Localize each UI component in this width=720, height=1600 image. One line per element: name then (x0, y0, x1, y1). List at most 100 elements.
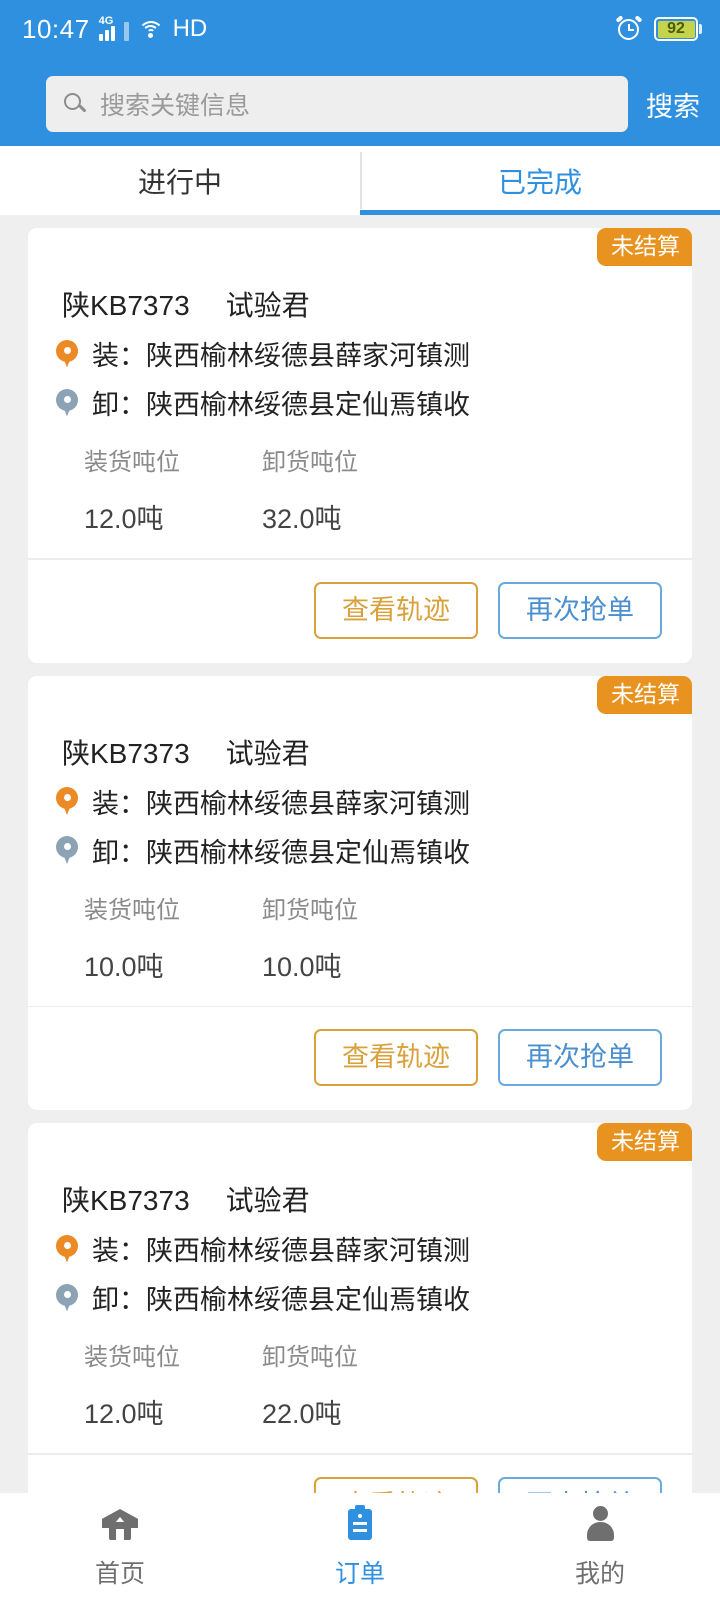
unload-tonnage-label: 卸货吨位 (262, 896, 358, 924)
order-card-body: 陕KB7373 试验君 装： 陕西榆林绥德县薛家河镇测 卸： 陕西榆林绥德县定仙… (28, 1123, 692, 1493)
battery-level: 92 (667, 20, 685, 37)
location-pin-icon (54, 338, 80, 370)
unload-tonnage-col: 卸货吨位 10.0吨 (206, 890, 384, 984)
tab-completed[interactable]: 已完成 (360, 146, 720, 215)
view-track-button[interactable]: 查看轨迹 (314, 1476, 478, 1493)
load-tonnage-col: 装货吨位 12.0吨 (28, 1337, 206, 1431)
grab-order-again-button[interactable]: 再次抢单 (498, 1476, 662, 1493)
tonnage-section: 装货吨位 10.0吨 卸货吨位 10.0吨 (28, 870, 692, 984)
nav-item-profile[interactable]: 我的 (480, 1503, 720, 1590)
unload-tonnage-col: 卸货吨位 22.0吨 (206, 1337, 384, 1431)
unload-address: 陕西榆林绥德县定仙焉镇收 (146, 390, 470, 420)
order-card[interactable]: 未结算 陕KB7373 试验君 装： 陕西榆林绥德县薛家河镇测 卸： 陕西榆林绥… (28, 1123, 692, 1493)
load-address-prefix: 装： (92, 788, 146, 819)
home-icon (100, 1503, 140, 1543)
unload-address-prefix: 卸： (92, 1285, 146, 1315)
unload-address-prefix: 卸： (92, 390, 146, 420)
status-badge: 未结算 (597, 675, 692, 714)
unload-address: 陕西榆林绥德县定仙焉镇收 (146, 837, 470, 868)
load-tonnage-label: 装货吨位 (84, 1344, 180, 1371)
load-address-prefix: 装： (92, 1236, 146, 1266)
view-track-button[interactable]: 查看轨迹 (314, 1029, 478, 1086)
search-button[interactable]: 搜索 (646, 85, 700, 124)
order-card-body: 陕KB7373 试验君 装： 陕西榆林绥德县薛家河镇测 卸： 陕西榆林绥德县定仙… (28, 228, 692, 663)
load-address-row: 装： 陕西榆林绥德县薛家河镇测 (28, 324, 692, 373)
order-actions: 查看轨迹 再次抢单 (28, 560, 692, 663)
order-card[interactable]: 未结算 陕KB7373 试验君 装： 陕西榆林绥德县薛家河镇测 卸： 陕西榆林绥… (28, 675, 692, 1111)
status-bar-left: 10:47 4G HD (22, 14, 207, 45)
unload-address-row: 卸： 陕西榆林绥德县定仙焉镇收 (28, 373, 692, 422)
search-row: 搜索关键信息 搜索 (0, 74, 720, 134)
load-address: 陕西榆林绥德县薛家河镇测 (146, 1236, 470, 1266)
status-badge: 未结算 (597, 228, 692, 266)
search-icon (64, 93, 87, 115)
nav-item-orders[interactable]: 订单 (240, 1503, 480, 1590)
load-address: 陕西榆林绥德县薛家河镇测 (146, 788, 470, 819)
search-placeholder: 搜索关键信息 (100, 92, 251, 120)
view-track-button[interactable]: 查看轨迹 (314, 581, 478, 639)
location-pin-icon (54, 834, 80, 866)
nav-item-profile-label: 我的 (574, 1560, 625, 1588)
status-time: 10:47 (22, 13, 90, 44)
unload-tonnage-label: 卸货吨位 (262, 449, 358, 476)
load-tonnage-col: 装货吨位 10.0吨 (28, 890, 206, 984)
vehicle-plate: 陕KB7373 (62, 737, 190, 769)
battery-icon: 92 (654, 17, 702, 41)
tonnage-section: 装货吨位 12.0吨 卸货吨位 22.0吨 (28, 1317, 692, 1431)
location-pin-icon (54, 785, 80, 817)
tab-in-progress-label: 进行中 (137, 166, 222, 198)
cellular-signal-icon: 4G (98, 15, 129, 41)
nav-item-home[interactable]: 首页 (0, 1503, 240, 1590)
unload-tonnage-value: 22.0吨 (262, 1399, 342, 1429)
driver-name: 试验君 (225, 737, 310, 769)
unload-address: 陕西榆林绥德县定仙焉镇收 (146, 1285, 470, 1315)
bottom-navigation: 首页 订单 我的 (0, 1493, 720, 1600)
tab-in-progress[interactable]: 进行中 (0, 146, 360, 215)
app-screen: 10:47 4G HD 92 搜索关键信息 搜索 进行中 已完成 未结算 陕KB… (0, 0, 720, 1600)
location-pin-icon (54, 387, 80, 419)
order-header: 陕KB7373 试验君 (28, 1179, 692, 1219)
alarm-clock-icon (615, 15, 643, 42)
network-type-label: 4G (98, 15, 114, 27)
unload-address-row: 卸： 陕西榆林绥德县定仙焉镇收 (28, 821, 692, 870)
driver-name: 试验君 (225, 1185, 310, 1216)
unload-tonnage-value: 10.0吨 (262, 951, 342, 982)
status-badge: 未结算 (597, 1123, 692, 1161)
order-actions: 查看轨迹 再次抢单 (28, 1007, 692, 1110)
unload-tonnage-label: 卸货吨位 (262, 1344, 358, 1371)
grab-order-again-button[interactable]: 再次抢单 (498, 1029, 662, 1086)
status-bar-right: 92 (615, 15, 702, 42)
order-header: 陕KB7373 试验君 (28, 284, 692, 324)
vehicle-plate: 陕KB7373 (62, 1185, 190, 1216)
person-icon (580, 1503, 620, 1543)
load-address-row: 装： 陕西榆林绥德县薛家河镇测 (28, 1219, 692, 1268)
unload-tonnage-value: 32.0吨 (262, 504, 342, 534)
grab-order-again-button[interactable]: 再次抢单 (498, 581, 662, 639)
wifi-icon (137, 19, 164, 39)
load-address-prefix: 装： (92, 341, 146, 371)
order-actions: 查看轨迹 再次抢单 (28, 1455, 692, 1493)
location-pin-icon (54, 1282, 80, 1314)
order-card-body: 陕KB7373 试验君 装： 陕西榆林绥德县薛家河镇测 卸： 陕西榆林绥德县定仙… (28, 676, 692, 1111)
load-address-row: 装： 陕西榆林绥德县薛家河镇测 (28, 772, 692, 821)
order-card[interactable]: 未结算 陕KB7373 试验君 装： 陕西榆林绥德县薛家河镇测 卸： 陕西榆林绥… (28, 228, 692, 663)
order-status-tabs: 进行中 已完成 (0, 146, 720, 215)
unload-address-prefix: 卸： (92, 837, 146, 868)
order-header: 陕KB7373 试验君 (28, 732, 692, 772)
order-list[interactable]: 未结算 陕KB7373 试验君 装： 陕西榆林绥德县薛家河镇测 卸： 陕西榆林绥… (0, 215, 720, 1493)
status-bar: 10:47 4G HD 92 (0, 0, 720, 58)
load-tonnage-label: 装货吨位 (84, 449, 180, 476)
search-input[interactable]: 搜索关键信息 (46, 76, 628, 132)
load-tonnage-col: 装货吨位 12.0吨 (28, 442, 206, 536)
tonnage-section: 装货吨位 12.0吨 卸货吨位 32.0吨 (28, 422, 692, 536)
load-address: 陕西榆林绥德县薛家河镇测 (146, 341, 470, 371)
load-tonnage-value: 12.0吨 (84, 1399, 164, 1429)
load-tonnage-label: 装货吨位 (84, 896, 180, 924)
unload-tonnage-col: 卸货吨位 32.0吨 (206, 442, 384, 536)
driver-name: 试验君 (225, 290, 310, 321)
location-pin-icon (54, 1233, 80, 1265)
clipboard-icon (340, 1503, 380, 1543)
vehicle-plate: 陕KB7373 (62, 290, 190, 321)
load-tonnage-value: 10.0吨 (84, 951, 164, 982)
unload-address-row: 卸： 陕西榆林绥德县定仙焉镇收 (28, 1268, 692, 1317)
